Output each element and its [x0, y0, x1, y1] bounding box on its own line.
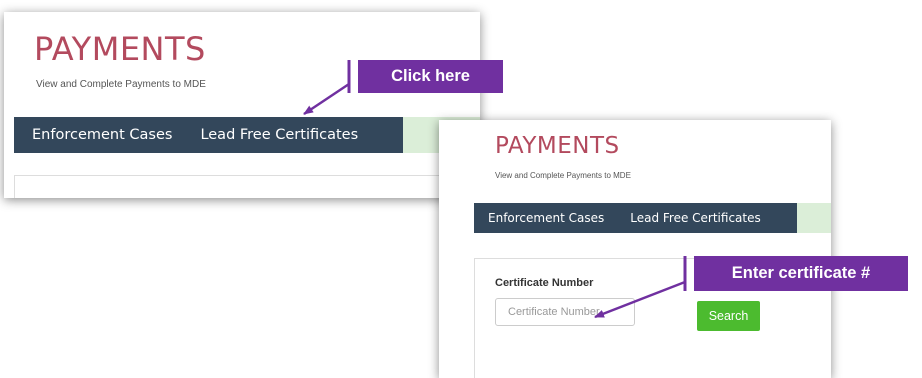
tab-lead-free-certificates[interactable]: Lead Free Certificates [630, 211, 761, 225]
certificate-number-input[interactable] [495, 298, 635, 326]
click-here-callout: Click here [358, 60, 503, 93]
payments-panel-top: PAYMENTS View and Complete Payments to M… [4, 12, 480, 198]
tab-enforcement-cases[interactable]: Enforcement Cases [488, 211, 604, 225]
tutorial-composite: PAYMENTS View and Complete Payments to M… [0, 0, 922, 378]
enter-certificate-callout: Enter certificate # [694, 256, 908, 291]
search-button[interactable]: Search [697, 301, 760, 331]
payments-navbar: Enforcement Cases Lead Free Certificates [474, 203, 797, 233]
page-subtitle: View and Complete Payments to MDE [36, 79, 206, 90]
page-title: PAYMENTS [34, 30, 206, 68]
navbar-extension [797, 203, 831, 233]
certificate-number-label: Certificate Number [495, 277, 594, 289]
content-border [14, 175, 15, 198]
tab-enforcement-cases[interactable]: Enforcement Cases [32, 127, 172, 143]
page-subtitle: View and Complete Payments to MDE [495, 171, 631, 180]
payments-panel-bottom: PAYMENTS View and Complete Payments to M… [439, 120, 831, 378]
content-divider [14, 175, 480, 176]
tab-lead-free-certificates[interactable]: Lead Free Certificates [200, 127, 358, 143]
payments-navbar: Enforcement Cases Lead Free Certificates [14, 117, 403, 153]
page-title: PAYMENTS [495, 133, 620, 159]
